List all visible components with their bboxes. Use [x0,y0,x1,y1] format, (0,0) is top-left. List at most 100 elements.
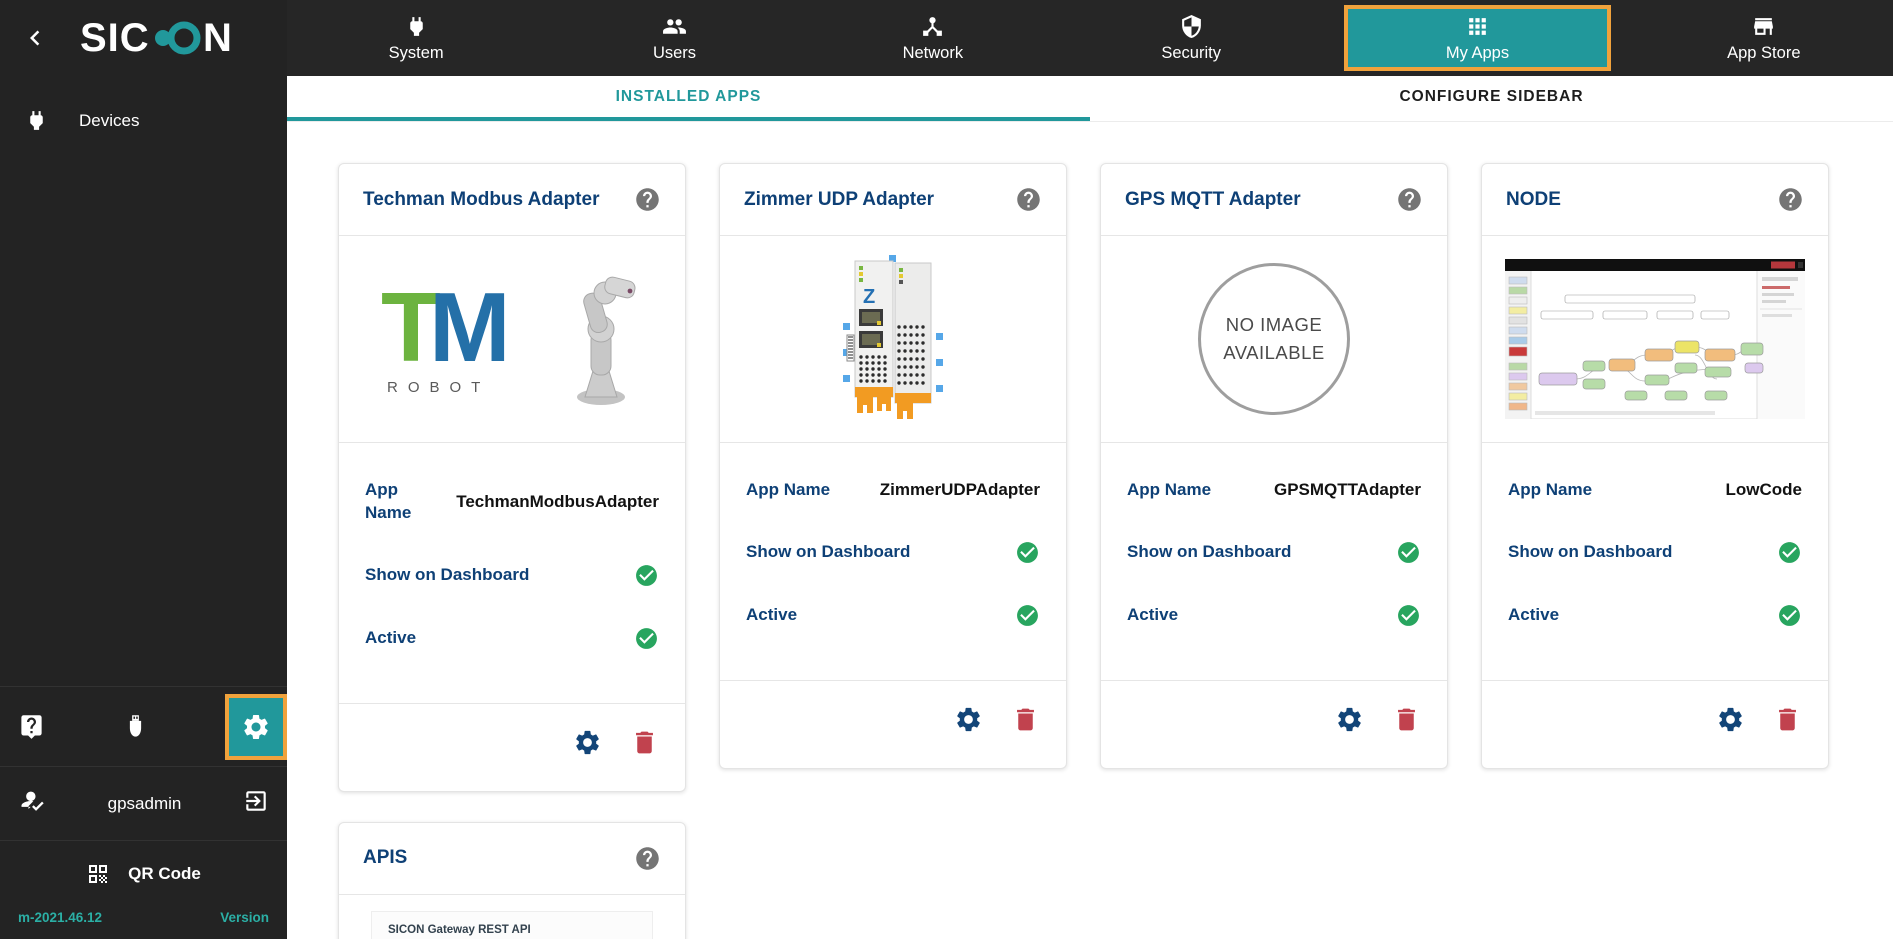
field-value: GPSMQTTAdapter [1273,480,1421,500]
version-label: Version [220,910,269,925]
installed-apps-panel: Techman Modbus Adapter T M ROBOT App Nam… [287,122,1893,939]
check-circle-icon [1777,603,1802,628]
sidebar-footer: gpsadmin QR Code m-2021.46.12 Version [0,686,287,939]
users-icon [662,14,687,39]
field-show-on-dashboard: Show on Dashboard [365,563,659,588]
app-settings-button[interactable] [954,705,983,734]
field-active: Active [1127,603,1421,628]
nav-item-network[interactable]: Network [804,0,1062,76]
no-image-placeholder: NO IMAGE AVAILABLE [1198,263,1350,415]
usb-device-button[interactable] [122,713,149,740]
field-active: Active [746,603,1040,628]
tab-bar: INSTALLED APPS CONFIGURE SIDEBAR [287,76,1893,122]
card-fields: App Name LowCode Show on Dashboard Activ… [1482,443,1828,680]
field-label: Show on Dashboard [746,541,911,561]
logout-button[interactable] [243,788,269,819]
sidebar-footer-icons [0,686,287,766]
field-app-name: App Name LowCode [1508,479,1802,502]
tab-installed-apps[interactable]: INSTALLED APPS [287,76,1090,121]
card-footer [1482,681,1828,768]
no-image-line1: NO IMAGE [1225,314,1323,336]
nav-label: Security [1161,43,1221,62]
app-delete-button[interactable] [1011,705,1040,734]
nav-item-security[interactable]: Security [1062,0,1320,76]
app-settings-button[interactable] [573,728,602,757]
username: gpsadmin [107,793,182,813]
logo-ring [167,21,200,55]
field-label: App Name [365,480,412,522]
api-doc-heading: SICON Gateway REST API [388,923,531,936]
card-title: APIS [363,847,408,869]
network-hub-icon [920,14,945,39]
qr-code-button[interactable]: QR Code [0,840,287,906]
field-show-on-dashboard: Show on Dashboard [746,540,1040,565]
help-icon[interactable] [1777,186,1804,213]
qr-code-label: QR Code [128,863,201,883]
app-root: SIC N Devices gpsadmin QR Code m-2021.46… [0,0,1893,939]
app-settings-button[interactable] [1335,705,1364,734]
card-title: Techman Modbus Adapter [363,188,600,210]
sidebar: SIC N Devices gpsadmin QR Code m-2021.46… [0,0,287,939]
chevron-left-icon [20,23,50,53]
user-row: gpsadmin [0,766,287,840]
tab-configure-sidebar[interactable]: CONFIGURE SIDEBAR [1090,76,1893,121]
app-delete-button[interactable] [1392,705,1421,734]
app-card-zimmer: Zimmer UDP Adapter Z App Name ZimmerUDPA… [719,163,1067,769]
card-header: Zimmer UDP Adapter [720,164,1066,235]
nav-label: Network [902,43,964,62]
field-app-name: App Name GPSMQTTAdapter [1127,479,1421,502]
live-help-button[interactable] [18,713,45,740]
help-icon[interactable] [634,186,661,213]
check-circle-icon [1015,540,1040,565]
field-value: LowCode [1725,480,1803,500]
check-circle-icon [1777,540,1802,565]
help-icon[interactable] [1396,186,1423,213]
sidebar-item-devices[interactable]: Devices [0,92,287,149]
io-module-photo: Z [843,255,943,419]
robot-arm-image [577,276,636,405]
card-footer [720,681,1066,768]
field-label: Show on Dashboard [365,564,530,584]
field-label: Active [1508,604,1560,624]
svg-text:M: M [429,275,511,382]
field-label: Show on Dashboard [1508,541,1673,561]
plug-icon [404,14,429,39]
card-footer [1101,681,1447,768]
nav-item-app-store[interactable]: App Store [1635,0,1893,76]
sicon-logo: SIC N [56,15,279,61]
card-header: GPS MQTT Adapter [1101,164,1447,235]
card-header: NODE [1482,164,1828,235]
app-delete-button[interactable] [1773,705,1802,734]
field-value: ZimmerUDPAdapter [879,480,1040,500]
app-delete-button[interactable] [630,728,659,757]
check-circle-icon [1396,603,1421,628]
plug-icon [24,108,49,133]
check-circle-icon [634,626,659,651]
nav-item-system[interactable]: System [287,0,545,76]
logo-subtext: ROBOT [387,379,490,396]
version-value: m-2021.46.12 [18,910,103,925]
nav-label: Users [652,43,697,62]
settings-button-highlighted[interactable] [225,693,287,760]
storefront-icon [1751,14,1776,39]
app-card-techman: Techman Modbus Adapter T M ROBOT App Nam… [338,163,686,792]
flow-editor-screenshot [1505,259,1805,419]
card-fields: App Name GPSMQTTAdapter Show on Dashboar… [1101,443,1447,680]
field-label: App Name [1127,480,1212,499]
nav-item-my-apps[interactable]: My Apps [1344,5,1611,71]
trash-icon [1392,705,1421,734]
help-icon[interactable] [634,845,661,872]
apps-grid-icon [1465,14,1490,39]
app-settings-button[interactable] [1716,705,1745,734]
sidebar-item-label: Devices [79,110,140,130]
svg-text:Z: Z [863,286,875,308]
card-footer [339,704,685,791]
card-title: GPS MQTT Adapter [1125,188,1301,210]
back-button[interactable] [14,17,56,59]
card-fields: App Name ZimmerUDPAdapter Show on Dashbo… [720,443,1066,680]
card-header: Techman Modbus Adapter [339,164,685,235]
check-circle-icon [634,563,659,588]
nav-item-users[interactable]: Users [545,0,803,76]
card-header: APIS [339,823,685,894]
help-icon[interactable] [1015,186,1042,213]
